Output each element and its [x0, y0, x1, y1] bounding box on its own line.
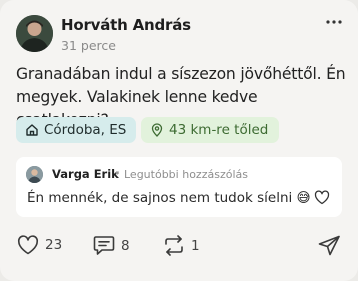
repost-count: 1 — [191, 237, 200, 254]
author-avatar[interactable] — [16, 15, 53, 52]
location-pin-icon — [151, 123, 163, 137]
repost-icon — [165, 235, 183, 256]
comment-separator: • — [114, 167, 121, 180]
distance-chip-label: 43 km-re tőled — [169, 122, 269, 138]
comment-tag: Legutóbbi hozzászólás — [124, 168, 248, 181]
heart-icon — [17, 235, 39, 255]
commenter-name[interactable]: Varga Erik — [52, 167, 119, 181]
location-chip-label: Córdoba, ES — [44, 122, 127, 138]
like-button[interactable]: 23 — [17, 235, 62, 255]
author-name[interactable]: Horváth András — [61, 16, 191, 34]
comment-button[interactable]: 8 — [93, 235, 130, 256]
comment-icon — [93, 236, 115, 255]
repost-button[interactable]: 1 — [163, 235, 200, 256]
more-icon[interactable] — [324, 12, 344, 32]
heart-icon[interactable] — [314, 190, 330, 209]
comment-preview[interactable]: Varga Erik • Legutóbbi hozzászólás Én me… — [16, 157, 342, 217]
comment-count: 8 — [121, 237, 130, 254]
send-button[interactable] — [318, 235, 341, 256]
comment-text: Én mennék, de sajnos nem tudok síelni 😅 — [27, 190, 311, 206]
post-time: 31 perce — [61, 38, 116, 53]
send-icon — [318, 235, 340, 256]
home-icon — [26, 124, 38, 136]
post-card: Horváth András 31 perce Granadában indul… — [0, 0, 358, 281]
distance-chip[interactable]: 43 km-re tőled — [141, 117, 279, 143]
like-count: 23 — [45, 237, 63, 253]
commenter-avatar[interactable] — [26, 166, 43, 183]
location-chip[interactable]: Córdoba, ES — [16, 117, 136, 143]
